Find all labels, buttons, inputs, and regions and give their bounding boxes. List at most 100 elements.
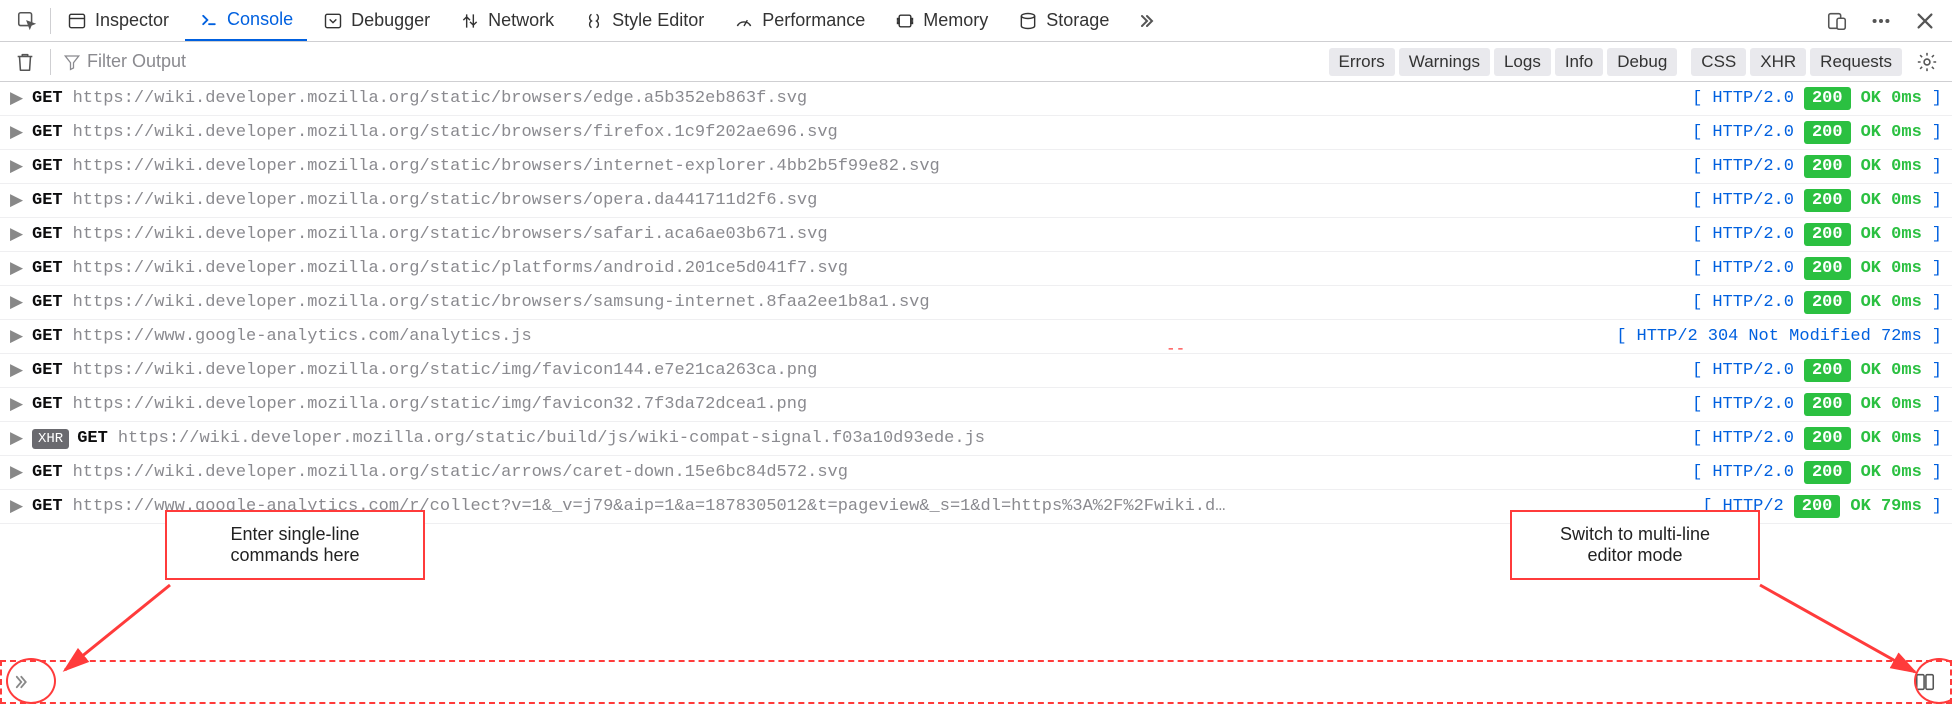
filter-debug[interactable]: Debug [1607, 48, 1677, 76]
request-url: https://wiki.developer.mozilla.org/stati… [73, 225, 1683, 244]
console-toolbar: ErrorsWarningsLogsInfoDebug CSSXHRReques… [0, 42, 1952, 82]
tab-style-editor[interactable]: Style Editor [570, 0, 718, 41]
tab-label: Inspector [95, 10, 169, 31]
tab-label: Style Editor [612, 10, 704, 31]
status-code: 200 [1804, 155, 1851, 178]
status-text: OK 0ms [1861, 395, 1922, 414]
status-block: [HTTP/2.0200OK 0ms] [1692, 121, 1942, 144]
log-row[interactable]: ▶GEThttps://wiki.developer.mozilla.org/s… [0, 388, 1952, 422]
console-icon [199, 10, 219, 30]
status-text: OK 0ms [1861, 293, 1922, 312]
log-row[interactable]: ▶GEThttps://wiki.developer.mozilla.org/s… [0, 286, 1952, 320]
tab-console[interactable]: Console [185, 0, 307, 41]
expand-twisty-icon[interactable]: ▶ [10, 190, 22, 211]
expand-twisty-icon[interactable]: ▶ [10, 496, 22, 517]
status-block: [HTTP/2.0200OK 0ms] [1692, 87, 1942, 110]
status-text: OK 0ms [1861, 225, 1922, 244]
tab-storage[interactable]: Storage [1004, 0, 1123, 41]
http-method: GET [32, 463, 63, 482]
filter-logs[interactable]: Logs [1494, 48, 1551, 76]
more-tabs-button[interactable] [1125, 0, 1169, 41]
tab-label: Performance [762, 10, 865, 31]
log-row[interactable]: ▶XHRGEThttps://wiki.developer.mozilla.or… [0, 422, 1952, 456]
status-text: OK 0ms [1861, 191, 1922, 210]
protocol: HTTP/2.0 [1712, 259, 1794, 278]
expand-twisty-icon[interactable]: ▶ [10, 122, 22, 143]
expand-twisty-icon[interactable]: ▶ [10, 258, 22, 279]
request-url: https://wiki.developer.mozilla.org/stati… [73, 89, 1683, 108]
close-devtools-button[interactable] [1904, 0, 1946, 41]
tab-network[interactable]: Network [446, 0, 568, 41]
filter-requests[interactable]: Requests [1810, 48, 1902, 76]
tab-label: Console [227, 9, 293, 30]
tab-performance[interactable]: Performance [720, 0, 879, 41]
tab-memory[interactable]: Memory [881, 0, 1002, 41]
console-settings-button[interactable] [1910, 51, 1944, 73]
filter-xhr[interactable]: XHR [1750, 48, 1806, 76]
status-block: [HTTP/2.0200OK 0ms] [1692, 291, 1942, 314]
filter-css[interactable]: CSS [1691, 48, 1746, 76]
log-row[interactable]: ▶ GET https://wiki.developer.mozilla.org/s… [0, 150, 1952, 184]
log-row[interactable]: ▶ GET https://wiki.developer.mozilla.org/s… [0, 252, 1952, 286]
http-method: GET [32, 259, 63, 278]
status-text: Not Modified 72ms [1748, 327, 1921, 346]
http-method: GET [32, 361, 63, 380]
inspector-icon [67, 11, 87, 31]
protocol: HTTP/2.0 [1712, 395, 1794, 414]
status-code: 200 [1804, 291, 1851, 314]
http-method: GET [32, 157, 63, 176]
protocol: HTTP/2.0 [1712, 191, 1794, 210]
console-command-input[interactable] [42, 673, 1910, 692]
expand-twisty-icon[interactable]: ▶ [10, 326, 22, 347]
memory-icon [895, 11, 915, 31]
status-code: 200 [1794, 495, 1841, 518]
kebab-menu-button[interactable] [1860, 0, 1902, 41]
tab-label: Debugger [351, 10, 430, 31]
request-url: https://www.google-analytics.com/analyti… [73, 327, 1607, 346]
annotation-left: Enter single-line commands here [165, 510, 425, 580]
expand-twisty-icon[interactable]: ▶ [10, 428, 22, 449]
expand-twisty-icon[interactable]: ▶ [10, 462, 22, 483]
status-text: OK 79ms [1850, 497, 1921, 516]
expand-twisty-icon[interactable]: ▶ [10, 88, 22, 109]
status-block: [HTTP/2.0200OK 0ms] [1692, 427, 1942, 450]
status-text: OK 0ms [1861, 429, 1922, 448]
status-block: [HTTP/2.0200OK 0ms] [1692, 257, 1942, 280]
status-block: [HTTP/2.0200OK 0ms] [1692, 461, 1942, 484]
expand-twisty-icon[interactable]: ▶ [10, 394, 22, 415]
tab-inspector[interactable]: Inspector [53, 0, 183, 41]
request-url: https://wiki.developer.mozilla.org/stati… [73, 157, 1683, 176]
status-text: OK 0ms [1861, 463, 1922, 482]
status-code: 200 [1804, 87, 1851, 110]
annotation-arrow-right [1755, 580, 1935, 690]
log-row[interactable]: ▶GEThttps://www.google-analytics.com/ana… [0, 320, 1952, 354]
expand-twisty-icon[interactable]: ▶ [10, 224, 22, 245]
request-url: https://wiki.developer.mozilla.org/stati… [73, 259, 1683, 278]
pick-element-button[interactable] [6, 10, 48, 32]
annotation-right: Switch to multi-line editor mode [1510, 510, 1760, 580]
status-code: 304 [1708, 327, 1739, 346]
request-url: https://wiki.developer.mozilla.org/stati… [73, 123, 1683, 142]
xhr-badge: XHR [32, 429, 69, 449]
log-row[interactable]: ▶GEThttps://wiki.developer.mozilla.org/s… [0, 218, 1952, 252]
filter-warnings[interactable]: Warnings [1399, 48, 1490, 76]
log-row[interactable]: ▶GEThttps://wiki.developer.mozilla.org/s… [0, 116, 1952, 150]
status-block: [HTTP/2.0200OK 0ms] [1692, 189, 1942, 212]
log-row[interactable]: ▶GEThttps://wiki.developer.mozilla.org/s… [0, 456, 1952, 490]
filter-errors[interactable]: Errors [1329, 48, 1395, 76]
clear-console-button[interactable] [8, 51, 42, 73]
protocol: HTTP/2.0 [1712, 225, 1794, 244]
expand-twisty-icon[interactable]: ▶ [10, 360, 22, 381]
responsive-design-button[interactable] [1816, 0, 1858, 41]
log-row[interactable]: ▶GEThttps://wiki.developer.mozilla.org/s… [0, 184, 1952, 218]
log-row[interactable]: ▶GEThttps://wiki.developer.mozilla.org/s… [0, 82, 1952, 116]
log-row[interactable]: ▶GEThttps://wiki.developer.mozilla.org/s… [0, 354, 1952, 388]
filter-output-box[interactable] [59, 51, 1315, 72]
expand-twisty-icon[interactable]: ▶ [10, 292, 22, 313]
http-method: GET [77, 429, 108, 448]
style-icon [584, 11, 604, 31]
filter-output-input[interactable] [87, 51, 1311, 72]
tab-debugger[interactable]: Debugger [309, 0, 444, 41]
expand-twisty-icon[interactable]: ▶ [10, 156, 22, 177]
filter-info[interactable]: Info [1555, 48, 1603, 76]
